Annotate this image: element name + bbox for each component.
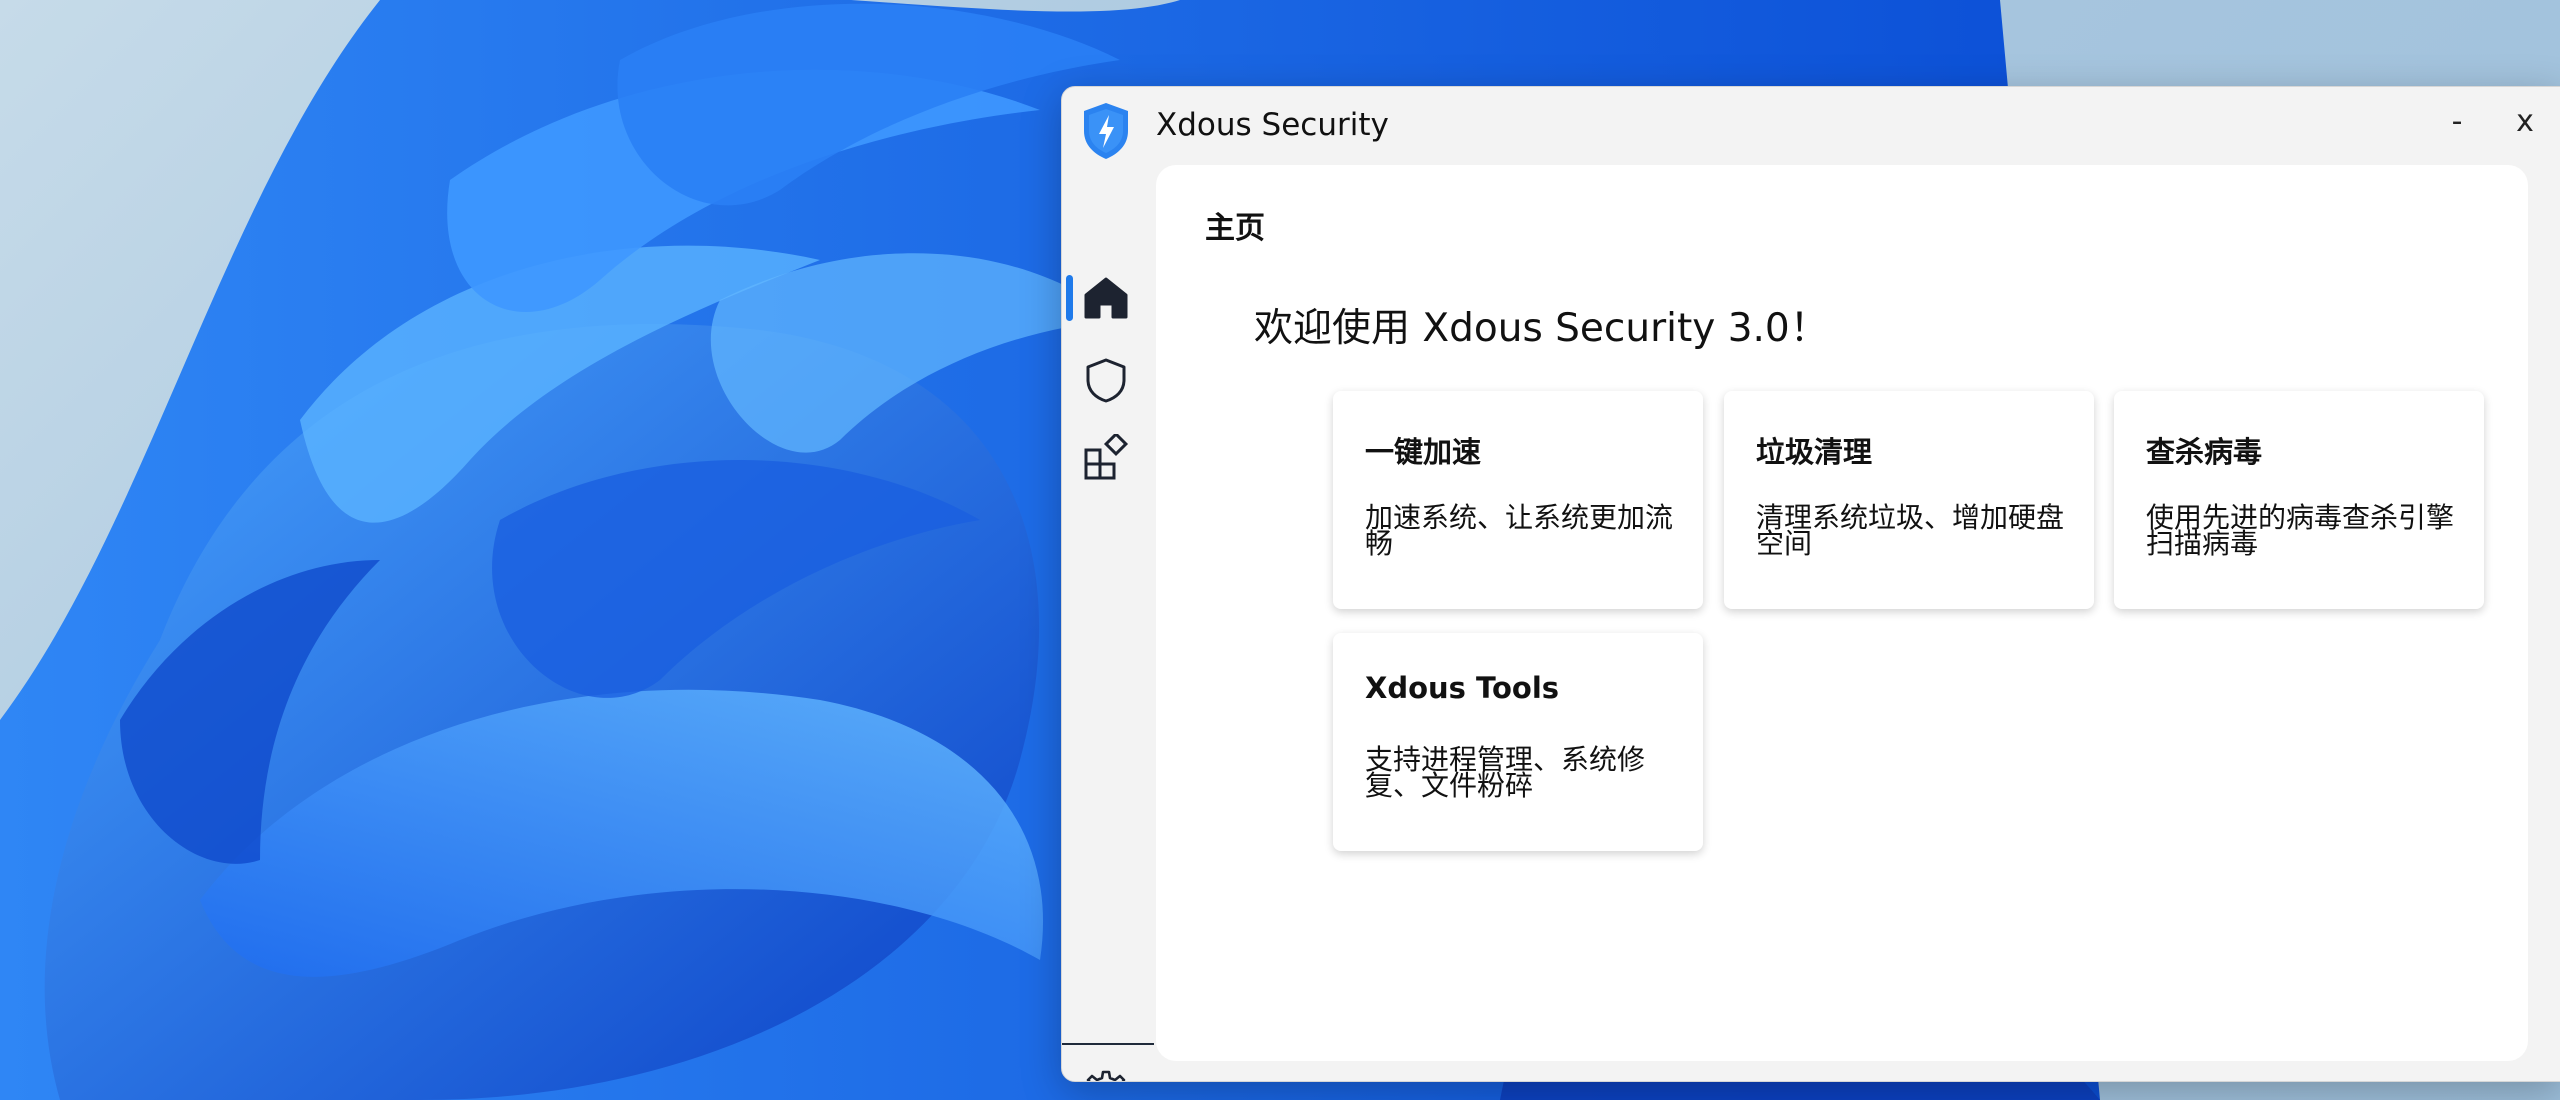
shield-icon <box>1086 358 1126 403</box>
card-virus-scan[interactable]: 查杀病毒 使用先进的病毒查杀引擎扫描病毒 <box>2114 391 2484 609</box>
active-nav-indicator <box>1066 275 1073 321</box>
card-title: 垃圾清理 <box>1756 435 1873 469</box>
gear-icon <box>1086 1070 1126 1081</box>
card-title: 一键加速 <box>1365 435 1482 469</box>
card-description: 清理系统垃圾、增加硬盘空间 <box>1756 501 2065 560</box>
nav-protection[interactable] <box>1076 349 1136 411</box>
sidebar <box>1062 163 1154 1081</box>
home-icon <box>1084 277 1128 319</box>
welcome-heading: 欢迎使用 Xdous Security 3.0！ <box>1254 306 1829 351</box>
card-description: 加速系统、让系统更加流畅 <box>1365 501 1674 560</box>
shield-logo-icon <box>1084 103 1128 159</box>
sidebar-divider <box>1062 1043 1154 1045</box>
nav-tools[interactable] <box>1076 427 1136 489</box>
close-button[interactable]: x <box>2495 99 2555 143</box>
window-title: Xdous Security <box>1156 107 1389 143</box>
nav-settings[interactable] <box>1076 1061 1136 1081</box>
apps-icon <box>1084 434 1129 480</box>
card-description: 支持进程管理、系统修复、文件粉碎 <box>1365 743 1646 802</box>
card-description: 使用先进的病毒查杀引擎扫描病毒 <box>2146 501 2455 560</box>
card-title: 查杀病毒 <box>2146 435 2263 469</box>
main-content: 主页 欢迎使用 Xdous Security 3.0！ 一键加速 加速系统、让系… <box>1156 165 2528 1061</box>
card-xdous-tools[interactable]: Xdous Tools 支持进程管理、系统修复、文件粉碎 <box>1333 633 1703 851</box>
card-speed-up[interactable]: 一键加速 加速系统、让系统更加流畅 <box>1333 391 1703 609</box>
title-bar[interactable]: Xdous Security - x <box>1062 87 2560 163</box>
nav-home[interactable] <box>1076 267 1136 329</box>
card-title: Xdous Tools <box>1365 671 1560 705</box>
card-junk-cleanup[interactable]: 垃圾清理 清理系统垃圾、增加硬盘空间 <box>1724 391 2094 609</box>
app-window: Xdous Security - x 主页 欢迎使用 Xdous Securit… <box>1061 86 2560 1082</box>
minimize-button[interactable]: - <box>2427 99 2487 143</box>
page-title: 主页 <box>1205 211 1265 246</box>
